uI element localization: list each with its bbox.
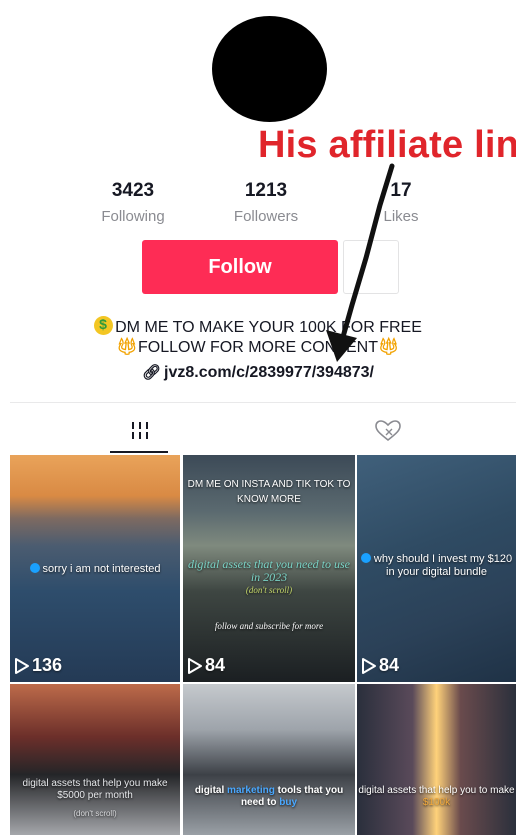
profile-avatar[interactable] (212, 16, 327, 122)
bio-line-1-text: DM ME TO MAKE YOUR 100K FOR FREE (115, 319, 422, 336)
video-caption-text: sorry i am not interested (42, 563, 161, 575)
play-icon (15, 657, 29, 674)
tab-videos[interactable] (112, 410, 168, 452)
view-count: 84 (187, 655, 225, 676)
view-count-value: 84 (205, 655, 226, 675)
tab-liked[interactable] (360, 410, 416, 452)
liked-heart-icon (375, 420, 401, 442)
trident-emoji-icon: 🔱︎ (116, 337, 138, 356)
video-caption: digital assets that you need to use in 2… (188, 557, 350, 584)
active-tab-indicator (110, 451, 168, 453)
likes-label: Likes (383, 208, 419, 225)
suggested-accounts-button[interactable] (343, 240, 399, 294)
following-count: 3423 (111, 180, 155, 201)
view-count-value: 84 (379, 655, 400, 675)
speech-bubble-icon (360, 553, 371, 563)
video-tile-6[interactable]: digital assets that help you to make $10… (357, 684, 516, 835)
video-tile-3[interactable]: why should I invest my $120 in your digi… (357, 455, 516, 682)
play-icon (362, 657, 376, 674)
bio-link[interactable]: 🔗︎ jvz8.com/c/2839977/394873/ (20, 363, 496, 382)
video-caption: why should I invest my $120 in your digi… (357, 553, 516, 579)
video-tile-4[interactable]: digital assets that help you make $5000 … (10, 684, 180, 835)
grid-icon (132, 422, 148, 439)
likes-count: 17 (390, 180, 412, 201)
following-label: Following (101, 208, 165, 225)
follow-button[interactable]: Follow (142, 240, 338, 294)
bio-line-2-text: FOLLOW FOR MORE CONTENT (138, 339, 378, 356)
bio-line-2: 🔱︎FOLLOW FOR MORE CONTENT🔱︎ (20, 337, 496, 357)
video-caption-top: DM ME ON INSTA AND TIK TOK TO KNOW MORE (187, 479, 351, 505)
followers-count: 1213 (244, 180, 288, 201)
video-caption: digital assets that help you to make $10… (357, 785, 516, 809)
video-caption: sorry i am not interested (10, 563, 180, 575)
trident-emoji-icon: 🔱︎ (378, 337, 400, 356)
video-caption: digital marketing tools that you need to… (183, 785, 355, 809)
link-icon: 🔗︎ (142, 364, 162, 381)
view-count-value: 136 (32, 655, 63, 675)
video-caption: digital assets that help you make $5000 … (22, 778, 168, 801)
caption-highlight: $100k (422, 797, 451, 808)
view-count: 136 (14, 655, 62, 676)
video-tile-5[interactable]: digital marketing tools that you need to… (183, 684, 355, 835)
video-caption-bottom: follow and subscribe for more (214, 621, 324, 631)
view-count: 84 (361, 655, 399, 676)
caption-part: digital assets that help you to make (358, 785, 515, 796)
caption-highlight: buy (279, 797, 298, 808)
play-icon (188, 657, 202, 674)
caption-highlight: marketing (227, 785, 275, 796)
bio-line-1: DM ME TO MAKE YOUR 100K FOR FREE (20, 316, 496, 337)
stat-following[interactable]: 3423 Following (68, 180, 198, 225)
followers-label: Followers (233, 208, 299, 225)
bio-link-text: jvz8.com/c/2839977/394873/ (164, 364, 374, 381)
video-caption-text: why should I invest my $120 in your digi… (373, 553, 513, 578)
stat-likes[interactable]: 17 Likes (336, 180, 466, 225)
video-tile-2[interactable]: DM ME ON INSTA AND TIK TOK TO KNOW MORE … (183, 455, 355, 682)
video-caption-small: (don't scroll) (245, 585, 293, 595)
speech-bubble-icon (29, 563, 40, 573)
stat-followers[interactable]: 1213 Followers (201, 180, 331, 225)
annotation-text: His affiliate link (258, 124, 516, 166)
video-caption-small: (don't scroll) (73, 809, 117, 818)
caption-part: digital (194, 785, 225, 796)
video-tile-1[interactable]: sorry i am not interested 136 (10, 455, 180, 682)
money-mouth-emoji-icon (94, 316, 114, 335)
section-divider (10, 402, 516, 403)
